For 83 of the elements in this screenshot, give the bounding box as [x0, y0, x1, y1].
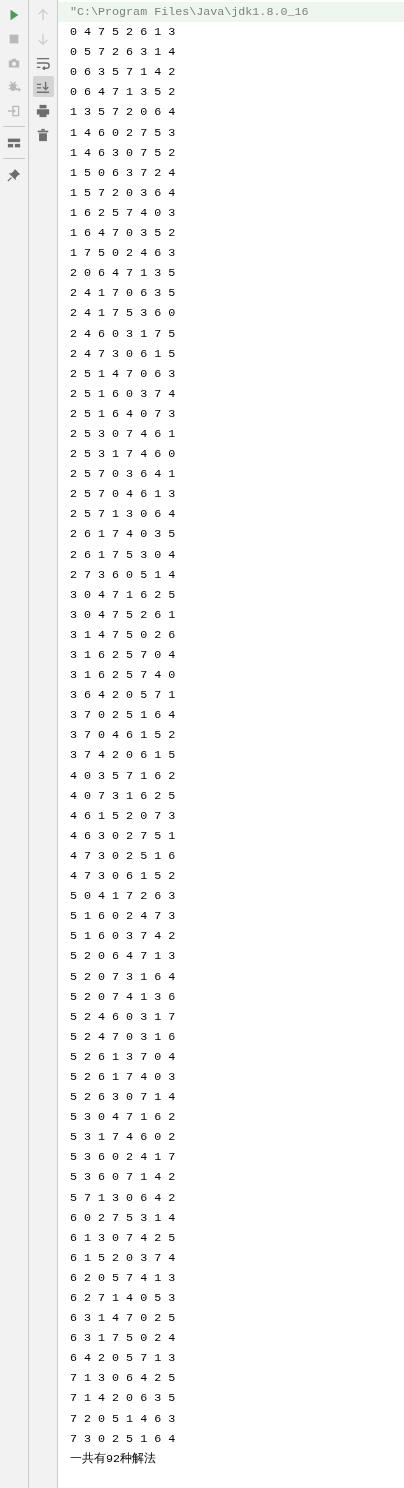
output-line: 7 1 4 2 0 6 3 5	[70, 1391, 176, 1406]
output-line: 2 5 1 6 0 3 7 4	[70, 386, 176, 401]
output-line: 1 4 6 3 0 7 5 2	[70, 145, 176, 160]
output-line: 2 4 6 0 3 1 7 5	[70, 326, 176, 341]
output-line: 2 5 7 1 3 0 6 4	[70, 507, 176, 522]
output-line: 0 4 7 5 2 6 1 3	[70, 25, 176, 40]
output-line: 2 5 1 6 4 0 7 3	[70, 406, 176, 421]
output-line: 1 6 2 5 7 4 0 3	[70, 205, 176, 220]
output-line: 2 4 7 3 0 6 1 5	[70, 346, 176, 361]
output-line: 6 3 1 4 7 0 2 5	[70, 1311, 176, 1326]
output-line: 5 3 6 0 2 4 1 7	[70, 1150, 176, 1165]
output-line: 5 3 1 7 4 6 0 2	[70, 1130, 176, 1145]
output-line: 2 0 6 4 7 1 3 5	[70, 266, 176, 281]
output-line: 6 1 5 2 0 3 7 4	[70, 1250, 176, 1265]
output-line: 0 5 7 2 6 3 1 4	[70, 45, 176, 60]
output-line: 6 2 7 1 4 0 5 3	[70, 1291, 176, 1305]
output-line: 3 1 6 2 5 7 4 0	[70, 668, 176, 683]
output-line: 4 0 7 3 1 6 2 5	[70, 788, 176, 803]
output-line: 4 6 1 5 2 0 7 3	[70, 808, 176, 823]
toolbar-button[interactable]	[32, 76, 54, 97]
output-line: 2 5 7 0 4 6 1 3	[70, 487, 176, 502]
output-line: 2 7 3 6 0 5 1 4	[70, 567, 176, 582]
output-line: 2 6 1 7 4 0 3 5	[70, 527, 176, 542]
up-arrow-icon	[36, 7, 50, 22]
print-icon	[36, 103, 50, 118]
output-line: 4 0 3 5 7 1 6 2	[70, 768, 176, 783]
sign-in-icon	[7, 103, 21, 118]
output-line: 2 4 1 7 0 6 3 5	[70, 286, 176, 301]
output-line: 1 6 4 7 0 3 5 2	[70, 226, 176, 241]
output-line: 7 3 0 2 5 1 6 4	[70, 1431, 176, 1446]
output-line: 3 6 4 2 0 5 7 1	[70, 688, 176, 703]
output-line: 4 7 3 0 6 1 5 2	[70, 869, 176, 884]
output-line: 2 4 1 7 5 3 6 0	[70, 306, 176, 321]
output-line: 1 5 0 6 3 7 2 4	[70, 165, 176, 180]
output-line: 3 7 0 4 6 1 5 2	[70, 728, 176, 743]
output-line: 5 1 6 0 2 4 7 3	[70, 909, 176, 924]
output-line: 5 2 6 1 7 4 0 3	[70, 1069, 176, 1084]
scroll-to-end-icon	[36, 79, 50, 94]
output-line: 7 2 0 5 1 4 6 3	[70, 1411, 176, 1426]
output-line: 5 3 6 0 7 1 4 2	[70, 1170, 176, 1185]
output-line: 5 1 6 0 3 7 4 2	[70, 929, 176, 944]
output-line: 7 1 3 0 6 4 2 5	[70, 1371, 176, 1386]
output-line: 3 1 4 7 5 0 2 6	[70, 627, 176, 642]
output-line: 5 3 0 4 7 1 6 2	[70, 1110, 176, 1125]
output-line: 0 6 3 5 7 1 4 2	[70, 65, 176, 80]
output-line: 1 4 6 0 2 7 5 3	[70, 125, 176, 140]
bug-icon	[7, 79, 21, 94]
output-line: 3 7 0 2 5 1 6 4	[70, 708, 176, 723]
trash-icon	[36, 127, 50, 142]
output-line: 2 5 3 1 7 4 6 0	[70, 447, 176, 462]
output-line: 2 5 7 0 3 6 4 1	[70, 467, 176, 482]
output-line: 1 3 5 7 2 0 6 4	[70, 105, 176, 120]
output-line: 2 6 1 7 5 3 0 4	[70, 547, 176, 562]
soft-wrap-icon	[36, 55, 50, 70]
output-line: 6 4 2 0 5 7 1 3	[70, 1351, 176, 1366]
output-line: 4 7 3 0 2 5 1 6	[70, 848, 176, 863]
output-line: 5 0 4 1 7 2 6 3	[70, 889, 176, 904]
output-line: 6 0 2 7 5 3 1 4	[70, 1210, 176, 1225]
output-line: 6 2 0 5 7 4 1 3	[70, 1270, 176, 1285]
output-line: 6 1 3 0 7 4 2 5	[70, 1230, 176, 1245]
output-line: 5 2 6 1 3 7 0 4	[70, 1049, 176, 1064]
output-line: 5 2 0 7 3 1 6 4	[70, 969, 176, 984]
output-line: 4 6 3 0 2 7 5 1	[70, 828, 176, 843]
output-line: 5 2 6 3 0 7 1 4	[70, 1090, 176, 1105]
output-line: 一共有92种解法	[70, 1451, 157, 1466]
output-line: 5 2 4 6 0 3 1 7	[70, 1009, 176, 1024]
output-line: 0 6 4 7 1 3 5 2	[70, 85, 176, 100]
output-line: 1 7 5 0 2 4 6 3	[70, 246, 176, 261]
output-line: 5 2 0 6 4 7 1 3	[70, 949, 176, 964]
output-line: 3 0 4 7 5 2 6 1	[70, 607, 176, 622]
output-line: 3 0 4 7 1 6 2 5	[70, 587, 176, 602]
output-line: 5 7 1 3 0 6 4 2	[70, 1190, 176, 1205]
pin-icon	[7, 167, 21, 182]
output-line: 6 3 1 7 5 0 2 4	[70, 1331, 176, 1346]
output-line: 2 5 1 4 7 0 6 3	[70, 366, 176, 381]
output-line: 3 7 4 2 0 6 1 5	[70, 748, 176, 763]
command-line: "C:\Program Files\Java\jdk1.8.0_16	[70, 5, 309, 19]
output-line: 1 5 7 2 0 3 6 4	[70, 185, 176, 200]
output-line: 5 2 4 7 0 3 1 6	[70, 1029, 176, 1044]
output-line: 5 2 0 7 4 1 3 6	[70, 989, 176, 1004]
output-line: 3 1 6 2 5 7 0 4	[70, 648, 176, 662]
output-line: 2 5 3 0 7 4 6 1	[70, 426, 176, 441]
down-arrow-icon	[36, 31, 50, 46]
